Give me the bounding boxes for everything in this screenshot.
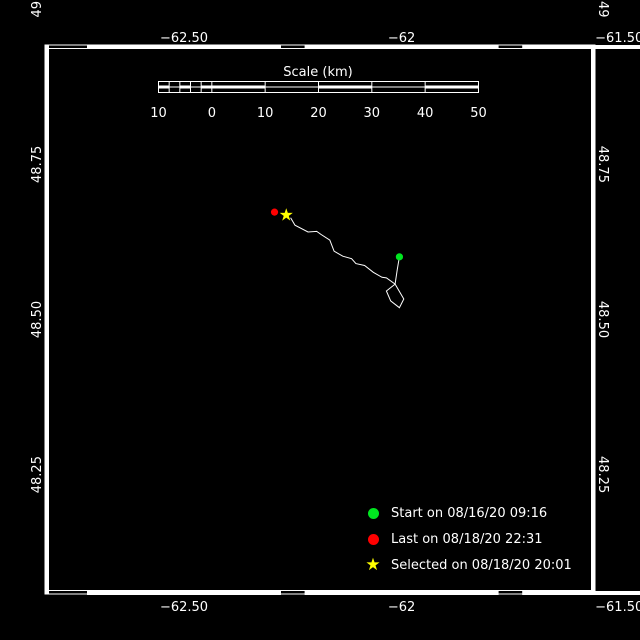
legend-last: Last on 08/18/20 22:31 [366,526,572,552]
scale-bar-cell [318,85,372,89]
selected-marker-star-icon: ★ [279,206,294,226]
lon-tick-label: −62.50 [160,600,208,615]
lat-tick-label: 49 [595,1,610,18]
lat-tick-label: 48.25 [30,456,45,493]
scale-bar-tick-label: 10 [257,106,274,121]
scale-bar-tick-label: 10 [150,106,167,121]
lon-tick-label: −61.50 [595,31,640,46]
scale-bar-cells [158,81,479,93]
lon-tick-label: −62.50 [160,31,208,46]
legend-last-label: Last on 08/18/20 22:31 [391,531,543,547]
last-marker [270,208,279,216]
legend-selected-label: Selected on 08/18/20 20:01 [391,557,572,573]
lon-tick-label: −62 [388,31,415,46]
selected-star-icon: ★ [365,555,381,575]
scale-bar-tick-label: 40 [417,106,434,121]
frame-segment-lon-1-1 [304,591,499,595]
scale-bar-cell [201,85,212,89]
lat-tick-label: 49 [30,1,45,18]
frame-segment-lat-3-0 [45,324,49,594]
lat-tick-label: 48.75 [30,146,45,183]
frame-segment-lon-2-1 [522,591,640,595]
frame-segment-lat-3-1 [591,324,595,594]
start-marker [395,253,404,261]
last-dot-icon [366,532,380,546]
scale-bar-tick-label: 50 [470,106,487,121]
lon-tick-label: −62 [388,600,415,615]
legend-start: Start on 08/16/20 09:16 [366,500,572,526]
lat-tick-label: 48.25 [595,456,610,493]
scale-bar-cell [158,85,170,89]
legend-start-label: Start on 08/16/20 09:16 [391,505,548,521]
start-dot-icon [366,506,380,520]
lon-tick-label: −61.50 [595,600,640,615]
scale-bar-labels: 10 0 10 20 30 40 50 [150,106,487,121]
frame-segment-lon-0-1 [87,591,281,595]
legend: Start on 08/16/20 09:16 Last on 08/18/20… [365,500,572,578]
drifter-track [290,217,405,309]
scale-bar-tick-label: 20 [310,106,327,121]
lat-tick-label: 48.75 [595,146,610,183]
scale-bar-cell [179,85,191,89]
lat-tick-label: 48.50 [595,301,610,338]
scale-bar-tick-label: 30 [364,106,381,121]
scale-bar-cell [425,85,479,89]
scale-bar-cell [211,85,266,89]
scale-bar: Scale (km) 10 0 10 20 30 40 50 [150,65,487,121]
scale-bar-tick-label: 0 [208,106,216,121]
lat-tick-label: 48.50 [30,301,45,338]
scale-bar-title: Scale (km) [283,65,352,80]
legend-selected: ★ Selected on 08/18/20 20:01 [365,552,572,578]
